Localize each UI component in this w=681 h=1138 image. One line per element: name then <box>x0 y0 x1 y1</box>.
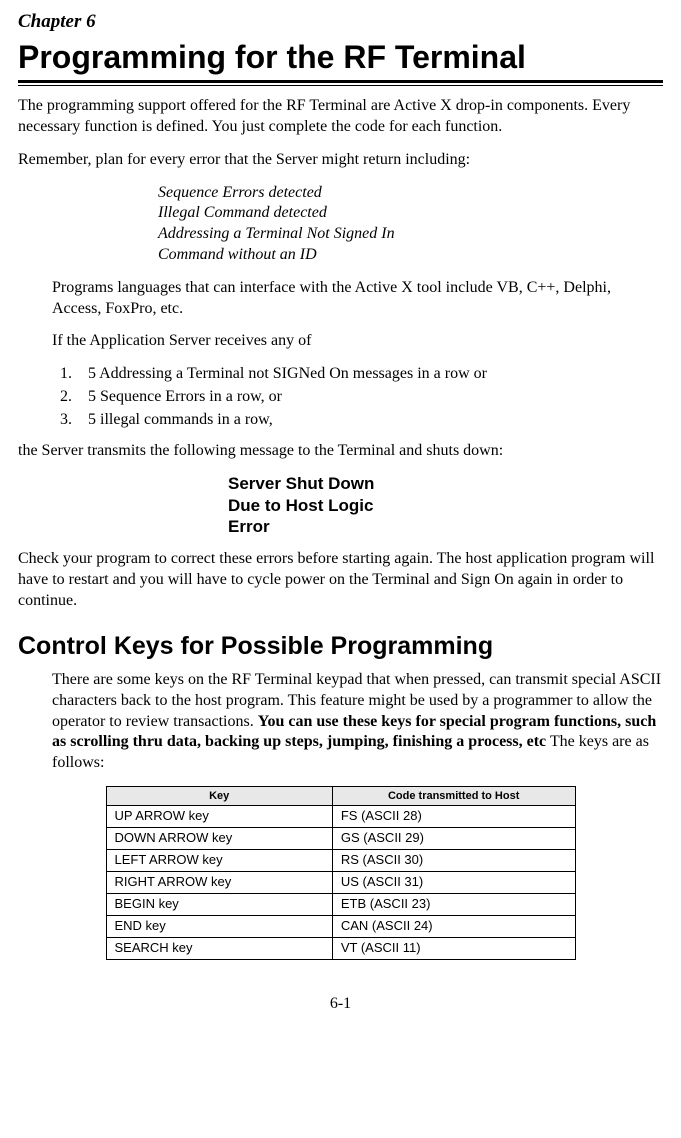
check-paragraph: Check your program to correct these erro… <box>18 549 663 611</box>
table-cell-code: VT (ASCII 11) <box>332 937 575 959</box>
table-cell-code: GS (ASCII 29) <box>332 828 575 850</box>
table-header-key: Key <box>106 787 332 806</box>
table-cell-key: BEGIN key <box>106 893 332 915</box>
table-cell-code: US (ASCII 31) <box>332 872 575 894</box>
server-message-line: Server Shut Down <box>228 473 663 494</box>
table-cell-code: FS (ASCII 28) <box>332 806 575 828</box>
table-cell-code: ETB (ASCII 23) <box>332 893 575 915</box>
chapter-label: Chapter 6 <box>18 10 663 35</box>
error-item: Addressing a Terminal Not Signed In <box>158 224 663 245</box>
section-heading: Control Keys for Possible Programming <box>18 630 663 663</box>
table-row: BEGIN key ETB (ASCII 23) <box>106 893 575 915</box>
table-row: UP ARROW key FS (ASCII 28) <box>106 806 575 828</box>
table-row: LEFT ARROW key RS (ASCII 30) <box>106 850 575 872</box>
remember-paragraph: Remember, plan for every error that the … <box>18 150 663 171</box>
table-cell-key: LEFT ARROW key <box>106 850 332 872</box>
table-cell-key: RIGHT ARROW key <box>106 872 332 894</box>
table-header-row: Key Code transmitted to Host <box>106 787 575 806</box>
table-cell-key: SEARCH key <box>106 937 332 959</box>
list-item: 5 illegal commands in a row, <box>76 410 663 431</box>
table-row: RIGHT ARROW key US (ASCII 31) <box>106 872 575 894</box>
table-header-code: Code transmitted to Host <box>332 787 575 806</box>
horizontal-rule <box>18 80 663 86</box>
error-item: Illegal Command detected <box>158 203 663 224</box>
error-item: Command without an ID <box>158 245 663 266</box>
if-paragraph: If the Application Server receives any o… <box>52 331 663 352</box>
list-item: 5 Addressing a Terminal not SIGNed On me… <box>76 364 663 385</box>
keys-paragraph: There are some keys on the RF Terminal k… <box>52 670 663 774</box>
intro-paragraph: The programming support offered for the … <box>18 96 663 138</box>
table-cell-code: RS (ASCII 30) <box>332 850 575 872</box>
table-row: END key CAN (ASCII 24) <box>106 915 575 937</box>
table-cell-key: DOWN ARROW key <box>106 828 332 850</box>
keys-table: Key Code transmitted to Host UP ARROW ke… <box>106 786 576 960</box>
numbered-list: 5 Addressing a Terminal not SIGNed On me… <box>52 364 663 430</box>
server-message-line: Due to Host Logic <box>228 495 663 516</box>
page-number: 6-1 <box>18 994 663 1015</box>
languages-paragraph: Programs languages that can interface wi… <box>52 278 663 320</box>
table-cell-key: END key <box>106 915 332 937</box>
table-row: DOWN ARROW key GS (ASCII 29) <box>106 828 575 850</box>
table-row: SEARCH key VT (ASCII 11) <box>106 937 575 959</box>
transmit-paragraph: the Server transmits the following messa… <box>18 441 663 462</box>
server-message: Server Shut Down Due to Host Logic Error <box>228 473 663 537</box>
list-item: 5 Sequence Errors in a row, or <box>76 387 663 408</box>
table-cell-code: CAN (ASCII 24) <box>332 915 575 937</box>
page-title: Programming for the RF Terminal <box>18 37 663 79</box>
error-item: Sequence Errors detected <box>158 183 663 204</box>
table-cell-key: UP ARROW key <box>106 806 332 828</box>
error-list: Sequence Errors detected Illegal Command… <box>158 183 663 266</box>
server-message-line: Error <box>228 516 663 537</box>
